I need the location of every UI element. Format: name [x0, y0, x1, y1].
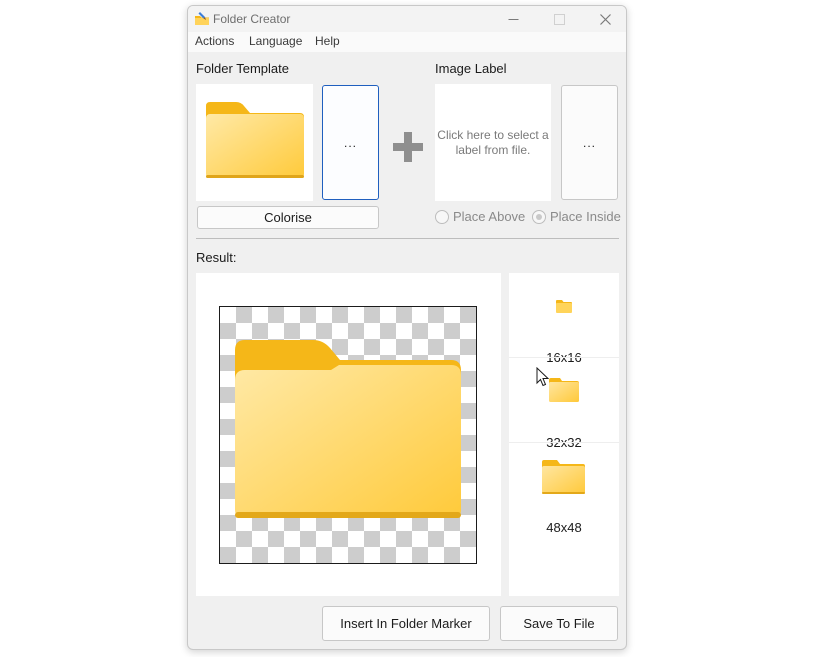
insert-folder-marker-button[interactable]: Insert In Folder Marker	[322, 606, 490, 641]
size-preview-32: 32x32	[509, 358, 619, 450]
close-button[interactable]	[582, 6, 626, 32]
place-above-option[interactable]: Place Above	[435, 209, 525, 224]
save-to-file-button[interactable]: Save To File	[500, 606, 618, 641]
result-folder-icon	[235, 340, 461, 518]
window-title: Folder Creator	[213, 12, 291, 26]
minimize-button[interactable]	[490, 6, 536, 32]
folder-16-icon	[556, 300, 572, 313]
menu-actions[interactable]: Actions	[195, 34, 234, 48]
template-browse-button[interactable]: ...	[322, 85, 379, 200]
place-above-radio[interactable]	[435, 209, 449, 224]
section-divider	[196, 238, 619, 239]
label-hint-text: Click here to select a label from file.	[437, 128, 549, 157]
folder-32-icon	[549, 378, 579, 402]
place-inside-label: Place Inside	[550, 209, 621, 224]
folder-48-icon	[542, 460, 585, 494]
size-label-48: 48x48	[546, 520, 582, 535]
size-preview-16: 16x16	[509, 273, 619, 365]
result-checkerboard	[219, 306, 477, 564]
result-label: Result:	[196, 250, 237, 265]
maximize-button[interactable]	[536, 6, 582, 32]
folder-brush-icon	[195, 12, 209, 25]
size-preview-48: 48x48	[509, 443, 619, 535]
menu-bar: Actions Language Help	[188, 32, 626, 52]
maximize-icon	[553, 13, 565, 25]
app-window: Folder Creator Actions Language Help Fol…	[187, 5, 627, 650]
folder-template-label: Folder Template	[196, 61, 289, 76]
label-browse-button[interactable]: ...	[561, 85, 618, 200]
folder-icon	[206, 102, 304, 178]
colorise-button[interactable]: Colorise	[197, 206, 379, 229]
close-icon	[599, 13, 611, 25]
menu-help[interactable]: Help	[315, 34, 340, 48]
place-inside-option[interactable]: Place Inside	[532, 209, 621, 224]
plus-icon	[393, 132, 423, 162]
image-label-heading: Image Label	[435, 61, 507, 76]
mouse-pointer-icon	[536, 367, 550, 387]
menu-language[interactable]: Language	[249, 34, 302, 48]
template-preview[interactable]	[196, 84, 313, 201]
minimize-icon	[508, 18, 518, 20]
place-inside-radio[interactable]	[532, 209, 546, 224]
title-bar[interactable]: Folder Creator	[188, 6, 626, 32]
place-above-label: Place Above	[453, 209, 526, 224]
